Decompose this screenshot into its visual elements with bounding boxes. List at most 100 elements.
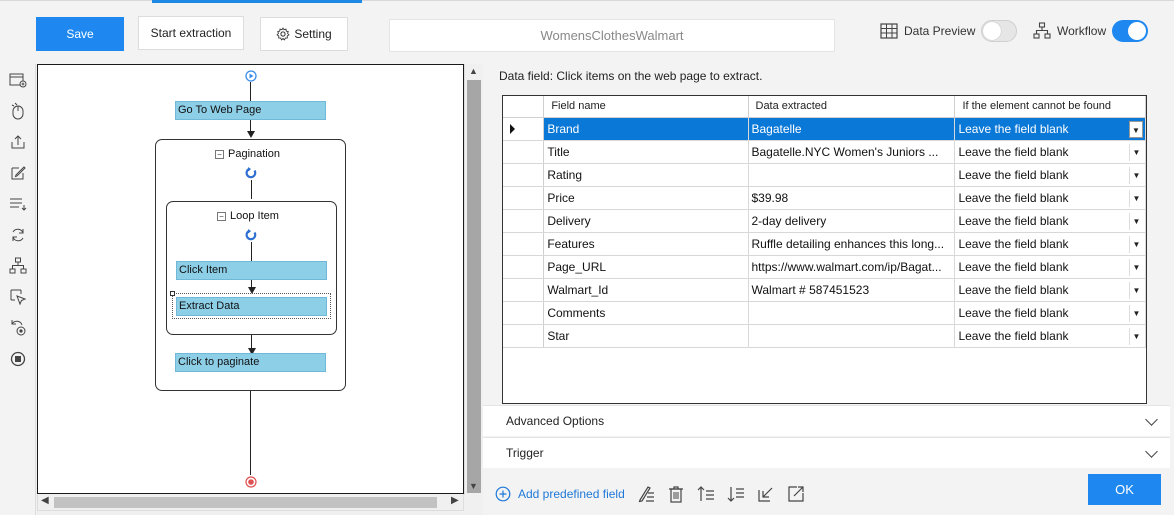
fallback-dropdown[interactable]: Leave the field blank ▼ (954, 140, 1146, 164)
column-header[interactable]: If the element cannot be found (954, 96, 1146, 118)
row-header[interactable] (503, 324, 545, 348)
table-row[interactable]: Title Bagatelle.NYC Women's Juniors ... Le… (503, 140, 1146, 164)
data-extracted-cell[interactable]: $39.98 (748, 186, 956, 210)
row-header[interactable] (503, 232, 545, 256)
fallback-dropdown[interactable]: Leave the field blank ▼ (954, 163, 1146, 187)
start-extraction-button[interactable]: Start extraction (138, 16, 244, 50)
save-button[interactable]: Save (36, 17, 124, 51)
table-row[interactable]: Rating Leave the field blank ▼ (503, 163, 1146, 187)
canvas-vertical-scrollbar[interactable]: ▲ ▼ (464, 64, 482, 495)
field-name-cell[interactable]: Star (543, 324, 749, 348)
table-row[interactable]: Features Ruffle detailing enhances this l… (503, 232, 1146, 256)
data-extracted-cell[interactable]: Walmart # 587451523 (748, 278, 956, 302)
table-row[interactable]: Price $39.98 Leave the field blank ▼ (503, 186, 1146, 210)
row-header[interactable] (503, 117, 545, 141)
table-row[interactable]: Brand Bagatelle Leave the field blank ▼ (503, 117, 1146, 141)
field-name-cell[interactable]: Rating (543, 163, 749, 187)
tool-stop[interactable] (8, 349, 28, 369)
fallback-dropdown[interactable]: Leave the field blank ▼ (954, 324, 1146, 348)
data-extracted-cell[interactable] (748, 163, 956, 187)
fallback-dropdown[interactable]: Leave the field blank ▼ (954, 255, 1146, 279)
fallback-dropdown[interactable]: Leave the field blank ▼ (954, 186, 1146, 210)
canvas-horizontal-scrollbar[interactable]: ◀ ▶ (37, 494, 464, 511)
data-extracted-cell[interactable]: 2-day delivery (748, 209, 956, 233)
scroll-right-icon[interactable]: ▶ (451, 495, 459, 506)
scroll-left-icon[interactable]: ◀ (41, 495, 49, 506)
fallback-dropdown[interactable]: Leave the field blank ▼ (954, 117, 1146, 141)
dropdown-arrow-icon[interactable]: ▼ (1129, 235, 1143, 253)
collapse-icon[interactable]: − (217, 211, 226, 221)
field-name-cell[interactable]: Title (543, 140, 749, 164)
setting-button[interactable]: Setting (260, 17, 348, 51)
pagination-loop-container[interactable]: − Pagination − Loop Item Click Item Extr… (155, 139, 346, 391)
dropdown-arrow-icon[interactable]: ▼ (1129, 281, 1143, 299)
dropdown-arrow-icon[interactable]: ▼ (1129, 212, 1143, 230)
scrollbar-thumb[interactable] (467, 80, 481, 493)
advanced-options-section[interactable]: Advanced Options (483, 405, 1170, 436)
field-name-cell[interactable]: Delivery (543, 209, 749, 233)
step-extract-data[interactable]: Extract Data (176, 297, 327, 316)
add-predefined-field-link[interactable]: Add predefined field (495, 486, 625, 502)
table-row[interactable]: Page_URL https://www.walmart.com/ip/Bagat… (503, 255, 1146, 279)
dropdown-arrow-icon[interactable]: ▼ (1129, 189, 1143, 207)
scroll-up-icon[interactable]: ▲ (469, 66, 478, 76)
data-extracted-cell[interactable] (748, 301, 956, 325)
row-header[interactable] (503, 301, 545, 325)
tool-loop-check[interactable] (8, 318, 28, 338)
row-header[interactable] (503, 255, 545, 279)
scroll-down-icon[interactable]: ▼ (469, 481, 478, 491)
export-icon[interactable] (786, 484, 806, 504)
tool-branch[interactable] (8, 256, 28, 276)
tool-click[interactable] (8, 101, 28, 121)
dropdown-arrow-icon[interactable]: ▼ (1129, 327, 1143, 345)
move-up-icon[interactable] (696, 484, 716, 504)
field-name-cell[interactable]: Comments (543, 301, 749, 325)
dropdown-arrow-icon[interactable]: ▼ (1129, 258, 1143, 276)
tool-list[interactable] (8, 194, 28, 214)
row-header[interactable] (503, 186, 545, 210)
field-name-cell[interactable]: Features (543, 232, 749, 256)
scrollbar-thumb[interactable] (54, 497, 437, 508)
table-row[interactable]: Comments Leave the field blank ▼ (503, 301, 1146, 325)
move-down-icon[interactable] (726, 484, 746, 504)
data-extracted-cell[interactable]: Bagatelle.NYC Women's Juniors ... (748, 140, 956, 164)
fallback-dropdown[interactable]: Leave the field blank ▼ (954, 301, 1146, 325)
data-extracted-cell[interactable] (748, 324, 956, 348)
data-preview-switch[interactable] (981, 20, 1018, 42)
table-row[interactable]: Star Leave the field blank ▼ (503, 324, 1146, 348)
trash-icon[interactable] (666, 484, 686, 504)
step-go-to-web-page[interactable]: Go To Web Page (175, 101, 326, 120)
collapse-icon[interactable]: − (215, 149, 224, 159)
tool-select[interactable] (8, 287, 28, 307)
data-extracted-cell[interactable]: Bagatelle (748, 117, 956, 141)
dropdown-arrow-icon[interactable]: ▼ (1129, 120, 1143, 138)
selection-handle[interactable] (170, 291, 175, 296)
fallback-dropdown[interactable]: Leave the field blank ▼ (954, 278, 1146, 302)
step-click-item[interactable]: Click Item (176, 261, 327, 280)
trigger-section[interactable]: Trigger (483, 437, 1170, 468)
fallback-dropdown[interactable]: Leave the field blank ▼ (954, 232, 1146, 256)
dropdown-arrow-icon[interactable]: ▼ (1129, 304, 1143, 322)
step-click-to-paginate[interactable]: Click to paginate (175, 353, 326, 372)
row-header[interactable] (503, 140, 545, 164)
dropdown-arrow-icon[interactable]: ▼ (1129, 166, 1143, 184)
task-name-field[interactable]: WomensClothesWalmart (389, 19, 835, 52)
tool-edit[interactable] (8, 163, 28, 183)
data-extracted-cell[interactable]: Ruffle detailing enhances this long... (748, 232, 956, 256)
table-row[interactable]: Walmart_Id Walmart # 587451523 Leave the f… (503, 278, 1146, 302)
column-header[interactable]: Field name (543, 96, 749, 118)
workflow-canvas[interactable]: Go To Web Page − Pagination − Loop Item … (37, 64, 464, 494)
field-name-cell[interactable]: Price (543, 186, 749, 210)
row-header[interactable] (503, 209, 545, 233)
row-header[interactable] (503, 163, 545, 187)
field-name-cell[interactable]: Page_URL (543, 255, 749, 279)
column-header[interactable]: Data extracted (748, 96, 956, 118)
ok-button[interactable]: OK (1088, 474, 1161, 505)
field-name-cell[interactable]: Walmart_Id (543, 278, 749, 302)
import-icon[interactable] (756, 484, 776, 504)
workflow-switch[interactable] (1112, 20, 1149, 42)
row-header[interactable] (503, 278, 545, 302)
table-row[interactable]: Delivery 2-day delivery Leave the field bl… (503, 209, 1146, 233)
loop-item-container[interactable]: − Loop Item Click Item Extract Data (166, 201, 337, 335)
fallback-dropdown[interactable]: Leave the field blank ▼ (954, 209, 1146, 233)
